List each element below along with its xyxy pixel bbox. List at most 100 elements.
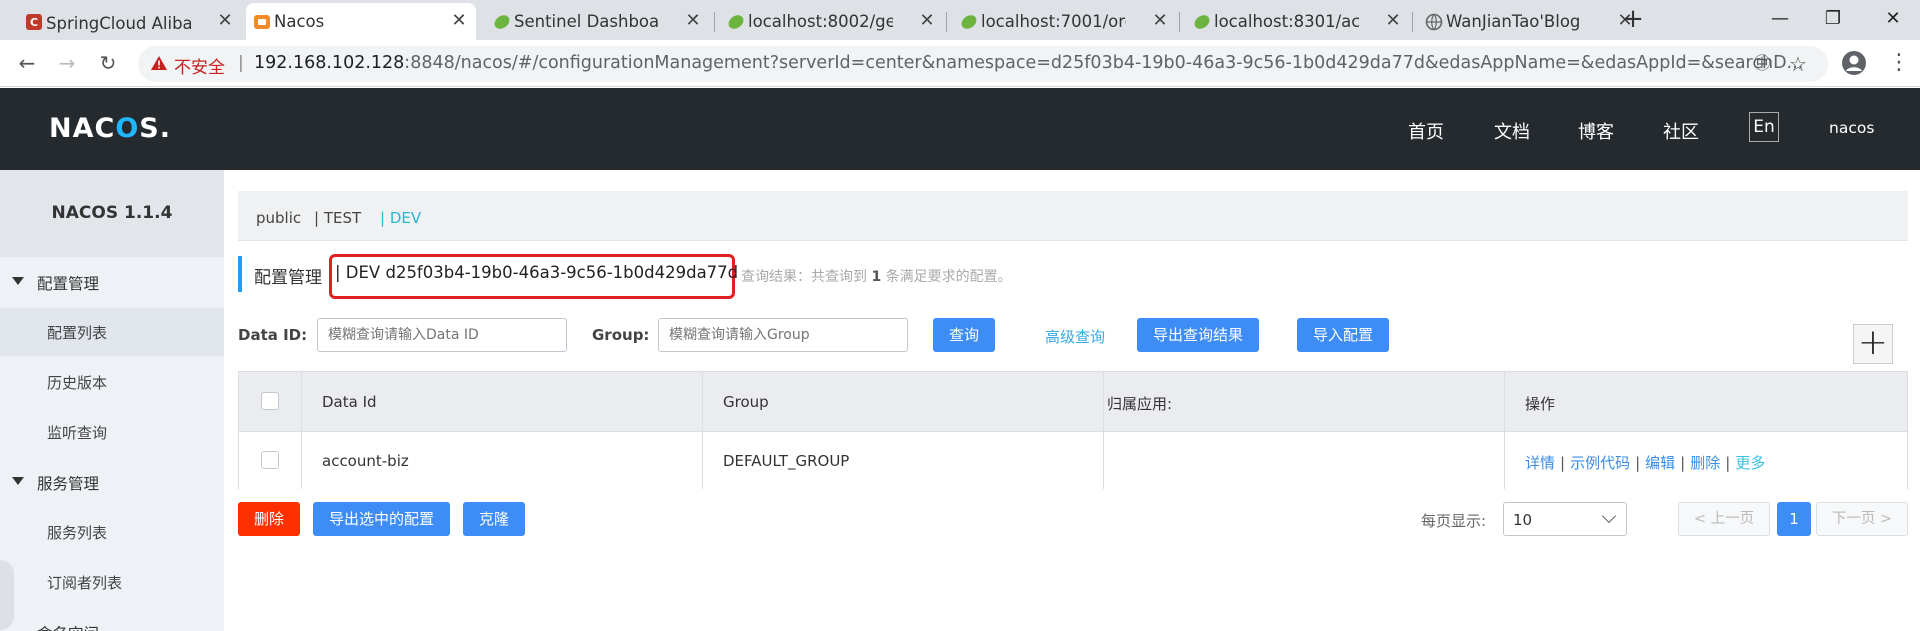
nav-home[interactable]: 首页 xyxy=(1408,118,1444,144)
action-delete[interactable]: 删除 xyxy=(1690,454,1720,472)
language-toggle[interactable]: En xyxy=(1749,112,1779,142)
browser-tab[interactable]: localhost:8002/getSe ✕ xyxy=(720,3,944,40)
delete-button[interactable]: 删除 xyxy=(238,502,300,536)
warning-triangle-icon xyxy=(151,56,167,70)
sidebar-group-service[interactable]: 服务管理 xyxy=(0,462,224,502)
nacos-logo[interactable]: NACOS. xyxy=(49,113,171,144)
tab-title: localhost:8002/getSe xyxy=(748,12,893,31)
query-button[interactable]: 查询 xyxy=(933,318,995,352)
browser-tab[interactable]: WanJianTao'Blog ✕ xyxy=(1418,3,1642,40)
address-bar[interactable]: 不安全 | 192.168.102.128:8848/nacos/#/confi… xyxy=(138,46,1828,82)
group-label: Group: xyxy=(592,326,650,344)
sidebar-item-service-list[interactable]: 服务列表 xyxy=(0,508,224,556)
nav-docs[interactable]: 文档 xyxy=(1494,118,1530,144)
page-size-label: 每页显示: xyxy=(1421,512,1487,530)
browser-tab-bar: C SpringCloud Alibaba分 ✕ Nacos ✕ Sentine… xyxy=(0,0,1920,40)
leaf-favicon-icon xyxy=(961,15,977,29)
action-sample-code[interactable]: 示例代码 xyxy=(1570,454,1630,472)
sidebar-group-namespace[interactable]: 命名空间 xyxy=(0,612,224,631)
group-input[interactable] xyxy=(658,318,908,352)
browser-tab[interactable]: C SpringCloud Alibaba分 ✕ xyxy=(18,3,242,40)
namespace-test[interactable]: | TEST xyxy=(314,209,361,227)
user-name[interactable]: nacos xyxy=(1829,119,1874,137)
tab-title: Nacos xyxy=(274,12,325,31)
caret-down-icon xyxy=(12,277,24,285)
new-tab-plus-icon[interactable]: + xyxy=(1619,6,1647,34)
translate-icon[interactable]: ㊥ xyxy=(1750,52,1774,76)
namespace-dev[interactable]: | DEV xyxy=(380,209,421,227)
dataid-input[interactable] xyxy=(317,318,567,352)
title-accent-bar xyxy=(238,256,242,292)
maximize-icon[interactable]: ❐ xyxy=(1818,4,1848,34)
tab-title: SpringCloud Alibaba分 xyxy=(46,13,191,33)
svg-text:C: C xyxy=(30,16,38,29)
close-tab-icon[interactable]: ✕ xyxy=(448,10,470,32)
minimize-icon[interactable]: — xyxy=(1765,4,1795,34)
sidebar-item-listener-query[interactable]: 监听查询 xyxy=(0,408,224,456)
header-actions: 操作 xyxy=(1525,395,1556,413)
add-config-plus-icon[interactable]: + xyxy=(1853,324,1893,364)
omnibox-separator: | xyxy=(238,53,244,73)
forward-arrow-icon[interactable]: → xyxy=(52,48,82,78)
namespace-public[interactable]: public xyxy=(256,209,301,227)
browser-tab[interactable]: localhost:8301/accou ✕ xyxy=(1186,3,1410,40)
export-selected-button[interactable]: 导出选中的配置 xyxy=(313,502,450,536)
table-row: account-biz DEFAULT_GROUP 详情 | 示例代码 | 编辑 | 删除 |… xyxy=(239,432,1907,490)
window-close-icon[interactable]: ✕ xyxy=(1878,4,1908,34)
close-tab-icon[interactable]: ✕ xyxy=(916,10,938,32)
cell-data-id: account-biz xyxy=(322,452,409,470)
header-group: Group xyxy=(723,393,769,411)
nav-community[interactable]: 社区 xyxy=(1663,118,1699,144)
action-detail[interactable]: 详情 xyxy=(1525,454,1555,472)
back-arrow-icon[interactable]: ← xyxy=(12,48,42,78)
action-more[interactable]: 更多 xyxy=(1735,454,1765,472)
current-page[interactable]: 1 xyxy=(1777,502,1811,536)
prev-page-button[interactable]: < 上一页 xyxy=(1678,502,1770,536)
profile-avatar-icon[interactable] xyxy=(1841,50,1867,76)
sidebar-group-config[interactable]: 配置管理 xyxy=(0,262,224,302)
sidebar-title: NACOS 1.1.4 xyxy=(0,170,224,257)
close-tab-icon[interactable]: ✕ xyxy=(1149,10,1171,32)
sidebar-collapse-handle[interactable] xyxy=(0,560,14,630)
tab-title: localhost:8301/accou xyxy=(1214,12,1359,31)
page-title: 配置管理 xyxy=(254,268,322,288)
result-summary: 查询结果：共查询到 1 条满足要求的配置。 xyxy=(741,269,1012,285)
action-edit[interactable]: 编辑 xyxy=(1645,454,1675,472)
caret-down-icon xyxy=(12,477,24,485)
browser-tab[interactable]: Sentinel Dashboard ✕ xyxy=(486,3,710,40)
import-config-button[interactable]: 导入配置 xyxy=(1297,318,1389,352)
advanced-query-link[interactable]: 高级查询 xyxy=(1045,326,1105,347)
leaf-favicon-icon xyxy=(728,15,744,29)
nav-blog[interactable]: 博客 xyxy=(1578,118,1614,144)
bookmark-star-icon[interactable]: ☆ xyxy=(1786,52,1810,76)
globe-favicon-icon xyxy=(1425,13,1443,31)
next-page-button[interactable]: 下一页 > xyxy=(1816,502,1908,536)
table-header: Data Id Group 归属应用: 操作 xyxy=(239,372,1907,432)
browser-menu-icon[interactable]: ⋮ xyxy=(1884,48,1914,78)
chevron-down-icon xyxy=(1601,508,1617,524)
close-tab-icon[interactable]: ✕ xyxy=(682,10,704,32)
select-all-checkbox[interactable] xyxy=(261,392,279,410)
browser-tab[interactable]: localhost:7001/order, ✕ xyxy=(953,3,1177,40)
tab-title: WanJianTao'Blog xyxy=(1446,12,1581,31)
reload-icon[interactable]: ↻ xyxy=(93,48,123,78)
browser-toolbar: ← → ↻ 不安全 | 192.168.102.128:8848/nacos/#… xyxy=(0,40,1920,87)
clone-button[interactable]: 克隆 xyxy=(463,502,525,536)
page-size-select[interactable]: 10 xyxy=(1503,502,1627,536)
sidebar-item-subscribers[interactable]: 订阅者列表 xyxy=(0,558,224,606)
sidebar-item-config-list[interactable]: 配置列表 xyxy=(0,308,224,356)
tab-title: Sentinel Dashboard xyxy=(514,12,659,31)
export-results-button[interactable]: 导出查询结果 xyxy=(1137,318,1259,352)
close-tab-icon[interactable]: ✕ xyxy=(1382,10,1404,32)
sidebar-item-history[interactable]: 历史版本 xyxy=(0,358,224,406)
insecure-label[interactable]: 不安全 xyxy=(174,53,225,78)
url-text[interactable]: 192.168.102.128:8848/nacos/#/configurati… xyxy=(254,53,1803,73)
row-checkbox[interactable] xyxy=(261,451,279,469)
cell-group: DEFAULT_GROUP xyxy=(723,452,850,470)
namespace-bar: public | TEST | DEV xyxy=(238,191,1908,241)
header-app: 归属应用: xyxy=(1107,395,1173,413)
close-tab-icon[interactable]: ✕ xyxy=(214,10,236,32)
browser-tab-active[interactable]: Nacos ✕ xyxy=(246,3,476,40)
nacos-header: NACOS. 首页 文档 博客 社区 En nacos xyxy=(0,88,1920,170)
csdn-favicon-icon: C xyxy=(26,14,42,30)
